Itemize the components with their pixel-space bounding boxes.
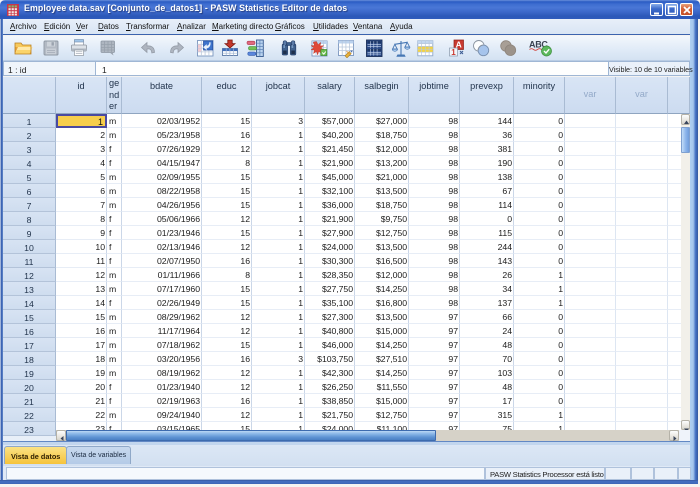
svg-text:1: 1: [451, 48, 456, 57]
